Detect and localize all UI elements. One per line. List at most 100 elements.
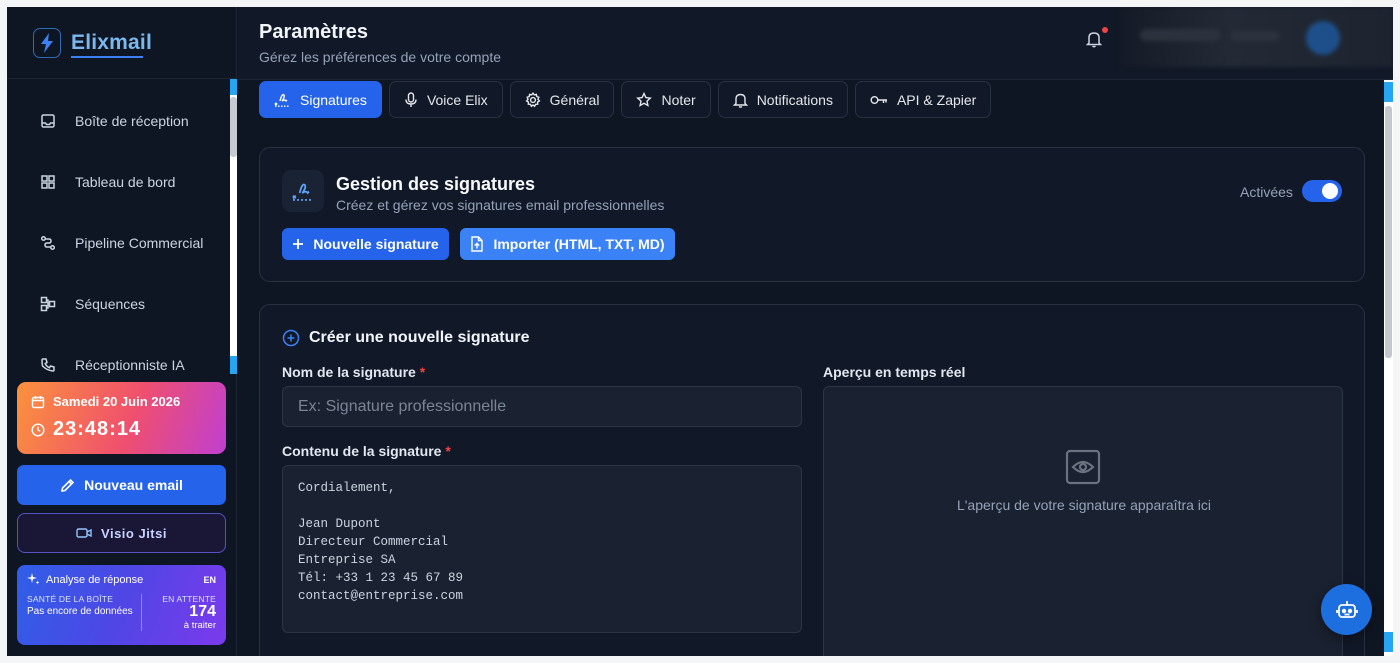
scroll-up-arrow[interactable]: [1384, 82, 1393, 102]
robot-icon: [1335, 600, 1358, 618]
phone-icon: [41, 357, 55, 372]
pending-sub: à traiter: [183, 620, 216, 631]
settings-main: Signatures Voice Elix Général Noter Noti…: [238, 80, 1384, 656]
plus-circle-icon: [282, 329, 300, 347]
bell-icon: [732, 93, 748, 108]
inbox-icon: [41, 113, 55, 128]
tab-label: Notifications: [756, 91, 833, 108]
page-title: Paramètres: [259, 21, 368, 43]
sidebar-item-dashboard[interactable]: Tableau de bord: [7, 151, 231, 212]
pending-count: 174: [189, 603, 216, 620]
create-signature-card: Créer une nouvelle signature Nom de la s…: [259, 304, 1365, 656]
analysis-title: Analyse de réponse: [46, 573, 144, 586]
language-badge[interactable]: EN: [203, 575, 216, 585]
plus-icon: [293, 239, 304, 249]
label-text: Nom de la signature: [282, 364, 416, 380]
sidebar-item-receptionist[interactable]: Réceptionniste IA: [7, 334, 231, 374]
tab-label: Voice Elix: [426, 91, 488, 108]
signatures-toggle-label: Activées: [1240, 184, 1293, 200]
microphone-icon: [405, 91, 417, 107]
visio-label: Visio Jitsi: [101, 525, 167, 541]
current-date: Samedi 20 Juin 2026: [53, 394, 181, 409]
tab-label: Noter: [661, 91, 696, 108]
response-analysis-card[interactable]: Analyse de réponse EN SANTÉ DE LA BOÎTE …: [17, 565, 226, 645]
sparkle-icon: [27, 573, 40, 585]
required-mark: *: [419, 364, 426, 380]
label-text: Contenu de la signature: [282, 443, 442, 459]
calendar-icon: [31, 395, 45, 408]
signature-name-label: Nom de la signature *: [282, 364, 425, 380]
tab-signatures[interactable]: Signatures: [259, 81, 382, 118]
gear-icon: [525, 91, 541, 107]
settings-tabs: Signatures Voice Elix Général Noter Noti…: [259, 81, 998, 118]
required-mark: *: [445, 443, 451, 459]
toggle-knob: [1322, 183, 1338, 199]
new-signature-button[interactable]: Nouvelle signature: [282, 228, 449, 260]
sidebar-item-label: Boîte de réception: [75, 112, 189, 129]
sidebar-item-label: Séquences: [75, 295, 146, 312]
scroll-down-arrow[interactable]: [230, 356, 237, 374]
signature-icon: [292, 183, 313, 201]
ai-assistant-button[interactable]: [1321, 584, 1372, 635]
create-signature-title: Créer une nouvelle signature: [309, 329, 530, 346]
new-email-button[interactable]: Nouveau email: [17, 465, 226, 505]
notification-bell-icon[interactable]: [1086, 30, 1102, 48]
main-scrollbar[interactable]: [1384, 80, 1393, 656]
sidebar-item-pipeline[interactable]: Pipeline Commercial: [7, 212, 231, 273]
sidebar-item-label: Réceptionniste IA: [75, 356, 185, 373]
tab-notifications[interactable]: Notifications: [717, 81, 848, 118]
logo[interactable]: Elixmail: [7, 7, 236, 79]
signatures-toggle[interactable]: [1302, 180, 1342, 202]
mailbox-health-label: SANTÉ DE LA BOÎTE: [27, 594, 114, 604]
signatures-title: Gestion des signatures: [336, 174, 536, 194]
import-label: Importer (HTML, TXT, MD): [493, 236, 665, 252]
sidebar-nav: Boîte de réception Tableau de bord Pipel…: [7, 79, 231, 374]
preview-empty-text: L'aperçu de votre signature apparaîtra i…: [956, 497, 1212, 513]
sidebar-item-label: Tableau de bord: [75, 173, 176, 190]
scroll-thumb[interactable]: [230, 97, 237, 157]
video-icon: [76, 528, 92, 538]
file-upload-icon: [471, 236, 484, 252]
signature-content-textarea[interactable]: Cordialement, Jean Dupont Directeur Comm…: [282, 465, 802, 633]
clock-icon: [31, 422, 45, 437]
tab-rate[interactable]: Noter: [621, 81, 711, 118]
scroll-thumb[interactable]: [1385, 106, 1392, 358]
scroll-up-arrow[interactable]: [230, 79, 237, 95]
pencil-icon: [61, 478, 75, 492]
sidebar-item-sequences[interactable]: Séquences: [7, 273, 231, 334]
mailbox-health-value: Pas encore de données: [27, 606, 133, 617]
eye-icon: [1065, 449, 1101, 485]
app-window: Elixmail Boîte de réception Tableau de b…: [7, 7, 1393, 656]
new-signature-label: Nouvelle signature: [313, 236, 439, 252]
sidebar-scrollbar[interactable]: [230, 79, 237, 374]
tab-label: Signatures: [300, 91, 367, 108]
tab-general[interactable]: Général: [509, 81, 615, 118]
sidebar-item-label: Pipeline Commercial: [75, 234, 204, 251]
tab-label: API & Zapier: [896, 91, 977, 108]
import-signature-button[interactable]: Importer (HTML, TXT, MD): [460, 228, 675, 260]
page-subtitle: Gérez les préférences de votre compte: [259, 49, 502, 65]
tab-label: Général: [549, 91, 600, 108]
lightning-icon: [33, 27, 61, 58]
sidebar: Elixmail Boîte de réception Tableau de b…: [7, 7, 237, 656]
page-header: Paramètres Gérez les préférences de votr…: [238, 7, 1393, 80]
signature-name-input[interactable]: [282, 386, 802, 427]
pipeline-icon: [40, 235, 56, 250]
signatures-subtitle: Créez et gérez vos signatures email prof…: [336, 197, 665, 213]
new-email-label: Nouveau email: [84, 477, 183, 493]
user-menu[interactable]: [1120, 7, 1393, 67]
date-time-card: Samedi 20 Juin 2026 23:48:14: [17, 382, 226, 454]
signature-card-icon: [282, 170, 324, 212]
tab-api-zapier[interactable]: API & Zapier: [854, 81, 992, 118]
visio-jitsi-button[interactable]: Visio Jitsi: [17, 513, 226, 553]
signature-preview: L'aperçu de votre signature apparaîtra i…: [823, 386, 1343, 656]
avatar[interactable]: [1306, 21, 1340, 55]
current-time: 23:48:14: [53, 418, 142, 440]
scroll-down-arrow[interactable]: [1384, 632, 1393, 652]
signature-content-label: Contenu de la signature *: [282, 443, 451, 459]
app-name: Elixmail: [71, 30, 152, 58]
sidebar-item-inbox[interactable]: Boîte de réception: [7, 90, 231, 151]
tab-voice-elix[interactable]: Voice Elix: [388, 81, 503, 118]
notification-badge: [1102, 27, 1108, 33]
sequences-icon: [40, 296, 56, 311]
